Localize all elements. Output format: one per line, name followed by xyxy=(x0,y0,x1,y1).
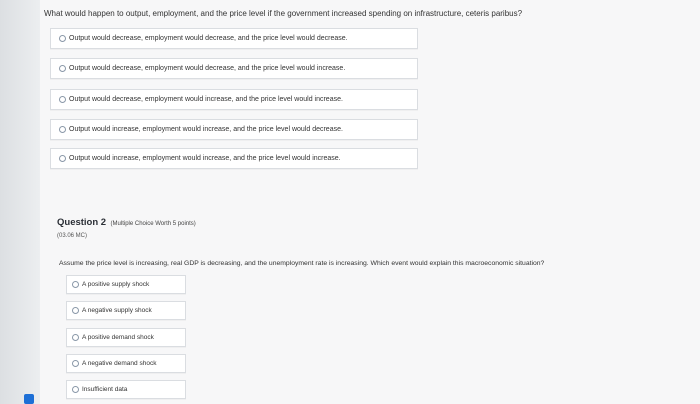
question2-text: Assume the price level is increasing, re… xyxy=(59,260,545,267)
q2-option-4[interactable]: A negative demand shock xyxy=(66,354,186,373)
option-label: A negative demand shock xyxy=(82,360,157,367)
app-icon[interactable] xyxy=(24,394,34,404)
option-label: Insufficient data xyxy=(82,386,128,393)
radio-button[interactable] xyxy=(59,35,66,42)
radio-button[interactable] xyxy=(72,334,79,341)
q1-option-1[interactable]: Output would decrease, employment would … xyxy=(50,28,418,49)
option-label: A positive demand shock xyxy=(82,334,154,341)
option-label: A positive supply shock xyxy=(82,281,150,288)
q2-option-3[interactable]: A positive demand shock xyxy=(66,328,186,347)
radio-button[interactable] xyxy=(72,281,79,288)
option-label: A negative supply shock xyxy=(82,307,152,314)
q2-option-2[interactable]: A negative supply shock xyxy=(66,301,186,320)
question2-title: Question 2 xyxy=(57,217,107,228)
left-margin xyxy=(0,0,40,404)
radio-button[interactable] xyxy=(59,65,66,72)
q1-option-3[interactable]: Output would decrease, employment would … xyxy=(50,89,418,110)
q1-option-2[interactable]: Output would decrease, employment would … xyxy=(50,58,418,79)
q2-option-1[interactable]: A positive supply shock xyxy=(66,275,186,294)
radio-button[interactable] xyxy=(59,96,66,103)
question2-points: (Multiple Choice Worth 5 points) xyxy=(110,221,196,227)
radio-button[interactable] xyxy=(59,126,66,133)
question2-heading: Question 2 (Multiple Choice Worth 5 poin… xyxy=(57,212,196,230)
q1-option-5[interactable]: Output would increase, employment would … xyxy=(50,148,418,169)
radio-button[interactable] xyxy=(72,307,79,314)
q1-option-4[interactable]: Output would increase, employment would … xyxy=(50,119,418,140)
radio-button[interactable] xyxy=(59,155,66,162)
option-label: Output would decrease, employment would … xyxy=(69,65,346,72)
radio-button[interactable] xyxy=(72,386,79,393)
option-label: Output would decrease, employment would … xyxy=(69,35,348,42)
radio-button[interactable] xyxy=(72,360,79,367)
q2-option-5[interactable]: Insufficient data xyxy=(66,380,186,399)
question2-code: (03.06 MC) xyxy=(57,233,88,239)
question1-text: What would happen to output, employment,… xyxy=(44,9,523,18)
option-label: Output would decrease, employment would … xyxy=(69,96,343,103)
option-label: Output would increase, employment would … xyxy=(69,155,341,162)
option-label: Output would increase, employment would … xyxy=(69,126,343,133)
